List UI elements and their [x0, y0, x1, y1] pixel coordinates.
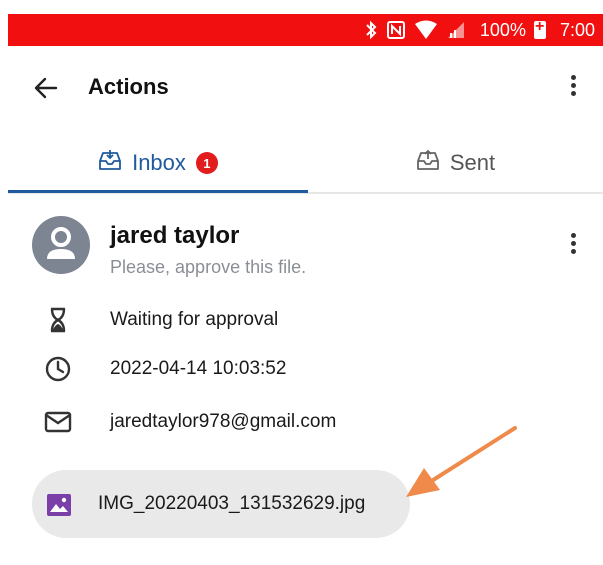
approval-status: Waiting for approval — [110, 309, 279, 330]
tab-inbox[interactable]: Inbox 1 — [8, 134, 308, 192]
tab-bar: Inbox 1 Sent — [8, 134, 603, 194]
sender-name: jared taylor — [110, 222, 240, 249]
app-bar: Actions — [0, 60, 603, 116]
message-menu-icon[interactable] — [564, 230, 582, 262]
unread-badge: 1 — [195, 152, 218, 174]
outbox-tray-icon — [416, 149, 440, 177]
inbox-tray-icon — [98, 149, 122, 177]
battery-charging-icon — [533, 18, 546, 39]
nfc-icon — [386, 20, 406, 40]
tab-sent-label: Sent — [449, 150, 496, 175]
attachment-filename: IMG_20220403_131532629.jpg — [98, 493, 366, 514]
envelope-icon — [44, 408, 72, 436]
status-row: Waiting for approval — [0, 306, 603, 336]
page-title: Actions — [88, 74, 169, 99]
clock-icon — [44, 355, 72, 383]
signal-icon — [446, 21, 466, 39]
back-arrow-icon[interactable] — [32, 74, 60, 102]
datetime-row: 2022-04-14 10:03:52 — [0, 355, 603, 385]
sender-email: jaredtaylor978@gmail.com — [110, 411, 337, 432]
message-note: Please, approve this file. — [110, 257, 307, 277]
battery-percent: 100% — [479, 19, 526, 40]
active-tab-indicator — [8, 190, 308, 193]
timestamp: 2022-04-14 10:03:52 — [110, 358, 287, 379]
hourglass-icon — [44, 306, 72, 334]
email-row: jaredtaylor978@gmail.com — [0, 408, 603, 438]
clock: 7:00 — [559, 19, 595, 40]
tab-inbox-label: Inbox — [132, 150, 186, 175]
avatar — [32, 216, 90, 274]
attachment-chip[interactable]: IMG_20220403_131532629.jpg — [32, 470, 410, 538]
overflow-menu-icon[interactable] — [564, 72, 582, 104]
wifi-icon — [414, 20, 438, 40]
image-file-icon — [46, 493, 72, 517]
status-bar: 100% 7:00 — [8, 14, 603, 46]
bluetooth-icon — [364, 20, 378, 40]
tab-sent[interactable]: Sent — [308, 134, 603, 192]
